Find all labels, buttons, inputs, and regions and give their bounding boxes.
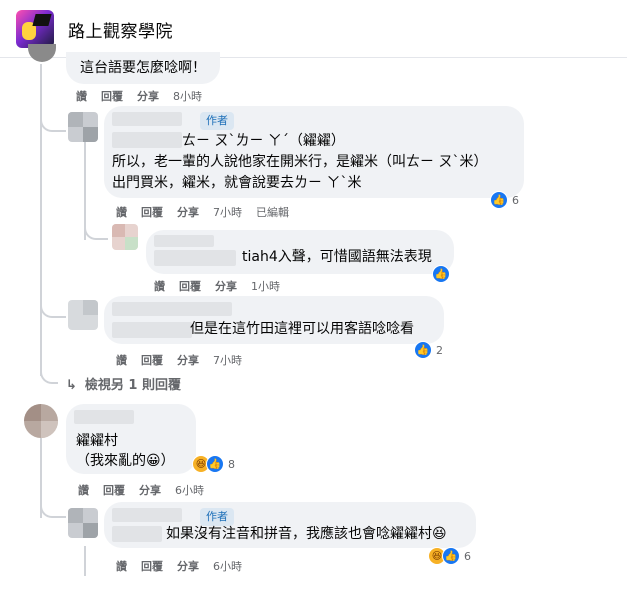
reply-button[interactable]: 回覆 xyxy=(141,354,163,367)
like-button[interactable]: 讚 xyxy=(116,206,127,219)
comment-text: 糴糴村 xyxy=(76,433,118,449)
like-icon: 👍 xyxy=(206,455,224,473)
edited-label: 已編輯 xyxy=(256,206,289,219)
timestamp[interactable]: 7小時 xyxy=(213,354,242,367)
avatar-hat xyxy=(32,14,52,26)
thread-branch-c3 xyxy=(40,300,66,318)
comment-text: 這台語要怎麼唸啊！ xyxy=(80,60,206,76)
redacted-name xyxy=(112,302,232,316)
comment-actions: 讚 回覆 分享 1小時 xyxy=(154,278,294,294)
avatar[interactable] xyxy=(68,112,98,142)
reply-button[interactable]: 回覆 xyxy=(101,90,123,103)
comment-actions: 讚 回覆 分享 8小時 xyxy=(76,88,216,104)
comment-bubble: tiah4入聲，可惜國語無法表現 xyxy=(146,230,454,274)
reaction-count: 2 xyxy=(436,343,443,357)
comment-text: （我來亂的😀） xyxy=(76,453,175,469)
thread-branch-c5 xyxy=(40,500,66,518)
page-avatar[interactable] xyxy=(16,10,54,48)
share-button[interactable]: 分享 xyxy=(137,90,159,103)
comment-text: 所以，老一輩的人說他家在開米行，是糴米（叫ㄊㄧ ㄡˋ米） xyxy=(112,154,488,170)
reply-button[interactable]: 回覆 xyxy=(179,280,201,293)
share-button[interactable]: 分享 xyxy=(139,484,161,497)
avatar[interactable] xyxy=(68,300,98,330)
reply-button[interactable]: 回覆 xyxy=(141,560,163,573)
page-name[interactable]: 路上觀察學院 xyxy=(68,17,173,42)
reactions[interactable]: 😆 👍 8 xyxy=(192,454,235,474)
share-button[interactable]: 分享 xyxy=(177,354,199,367)
redacted-name xyxy=(112,112,182,126)
redacted-text xyxy=(112,132,182,148)
comment-actions: 讚 回覆 分享 7小時 已編輯 xyxy=(116,204,303,220)
comment-bubble: 作者 如果沒有注音和拼音，我應該也會唸糴糴村😆 xyxy=(104,502,476,548)
redacted-name xyxy=(112,508,182,522)
comment-bubble: 糴糴村 （我來亂的😀） xyxy=(66,404,196,474)
comment-bubble: 但是在這竹田這裡可以用客語唸唸看 xyxy=(104,296,444,344)
redacted-name xyxy=(74,410,134,424)
comment-text: tiah4入聲，可惜國語無法表現 xyxy=(242,249,432,265)
redacted-text xyxy=(112,322,192,338)
comment-text: ㄊㄧ ㄡˋㄌㄧ ㄚˊ（糴糴） xyxy=(182,133,345,149)
reaction-count: 6 xyxy=(464,549,471,563)
view-more-replies-link[interactable]: ↳ 檢視另 1 則回覆 xyxy=(66,374,181,393)
reaction-count: 8 xyxy=(228,457,235,471)
share-button[interactable]: 分享 xyxy=(177,560,199,573)
reply-button[interactable]: 回覆 xyxy=(103,484,125,497)
like-icon: 👍 xyxy=(490,191,508,209)
thread-branch-c2 xyxy=(84,222,108,240)
thread-branch-view-more xyxy=(40,370,58,384)
avatar[interactable] xyxy=(24,404,58,438)
view-more-label: 檢視另 1 則回覆 xyxy=(84,378,182,393)
like-button[interactable]: 讚 xyxy=(154,280,165,293)
redacted-name xyxy=(154,235,214,247)
reply-arrow-icon: ↳ xyxy=(66,378,77,393)
author-badge: 作者 xyxy=(200,508,234,526)
like-icon: 👍 xyxy=(442,547,460,565)
comment-text: 如果沒有注音和拼音，我應該也會唸糴糴村😆 xyxy=(166,526,447,542)
timestamp[interactable]: 1小時 xyxy=(251,280,280,293)
like-button[interactable]: 讚 xyxy=(76,90,87,103)
like-icon: 👍 xyxy=(414,341,432,359)
like-button[interactable]: 讚 xyxy=(116,560,127,573)
avatar[interactable] xyxy=(28,44,56,62)
redacted-text xyxy=(112,526,162,542)
like-button[interactable]: 讚 xyxy=(116,354,127,367)
redacted-text xyxy=(154,250,236,266)
page-header: 路上觀察學院 xyxy=(0,0,627,58)
reactions[interactable]: 👍 2 xyxy=(414,340,443,360)
comment-text: 出門買米，糴米，就會說要去ㄌㄧ ㄚˋ米 xyxy=(112,175,362,191)
reply-button[interactable]: 回覆 xyxy=(141,206,163,219)
timestamp[interactable]: 6小時 xyxy=(175,484,204,497)
avatar[interactable] xyxy=(68,508,98,538)
avatar[interactable] xyxy=(112,224,138,250)
reaction-count: 6 xyxy=(512,193,519,207)
reactions[interactable]: 👍 xyxy=(432,264,450,284)
comment-bubble: 作者 ㄊㄧ ㄡˋㄌㄧ ㄚˊ（糴糴） 所以，老一輩的人說他家在開米行，是糴米（叫ㄊ… xyxy=(104,106,524,198)
thread-branch-c1 xyxy=(40,110,66,132)
thread-line-c5 xyxy=(84,546,86,576)
share-button[interactable]: 分享 xyxy=(215,280,237,293)
reactions[interactable]: 👍 6 xyxy=(490,190,519,210)
comment-text: 但是在這竹田這裡可以用客語唸唸看 xyxy=(190,321,414,337)
comment-actions: 讚 回覆 分享 6小時 xyxy=(116,558,256,574)
like-icon: 👍 xyxy=(432,265,450,283)
timestamp[interactable]: 7小時 xyxy=(213,206,242,219)
comment-actions: 讚 回覆 分享 7小時 xyxy=(116,352,256,368)
like-button[interactable]: 讚 xyxy=(78,484,89,497)
timestamp[interactable]: 8小時 xyxy=(173,90,202,103)
timestamp[interactable]: 6小時 xyxy=(213,560,242,573)
author-badge: 作者 xyxy=(200,112,234,130)
comment-bubble: 這台語要怎麼唸啊！ xyxy=(66,52,220,84)
comment-actions: 讚 回覆 分享 6小時 xyxy=(78,482,218,498)
share-button[interactable]: 分享 xyxy=(177,206,199,219)
reactions[interactable]: 😆 👍 6 xyxy=(428,546,471,566)
